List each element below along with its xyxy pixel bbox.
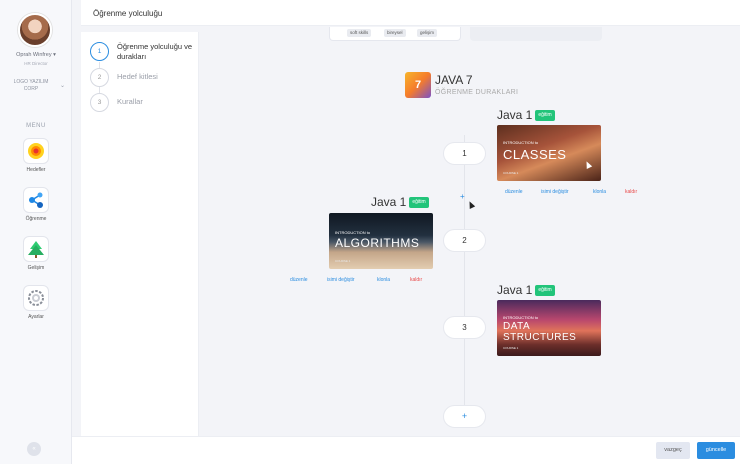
thumb-course-name: DATA STRUCTURES [503,321,576,343]
target-icon [23,138,49,164]
course-thumbnail[interactable]: INTRODUCTION to ALGORITHMS COURSE 1 [329,213,433,269]
cancel-button[interactable]: vazgeç [656,442,690,459]
menu-label-ayarlar: Ayarlar [28,314,44,320]
chevron-down-icon: ▾ [53,52,56,58]
clone-link[interactable]: klonla [593,189,606,195]
course-thumbnail[interactable]: INTRODUCTION to CLASSES COURSE 1 [497,125,601,181]
menu-item-ogrenme[interactable]: Öğrenme [0,187,72,231]
stop-node-2[interactable]: 2 [443,229,486,252]
thumb-course-name: CLASSES [503,147,567,162]
timeline-line [464,135,465,415]
step-label: Hedef kitlesi [117,72,158,81]
stop-node-3[interactable]: 3 [443,316,486,339]
mouse-cursor-icon [583,160,593,169]
company-chevron-icon[interactable]: ⌄ [60,82,65,89]
thumb-small: COURSE 1 [503,346,519,350]
rename-link[interactable]: isimi değiştir [541,189,569,195]
edit-link[interactable]: düzenle [505,189,523,195]
tag-card: soft skills bireysel gelişim [329,27,461,41]
user-role: HR Director [24,61,48,66]
thumb-intro: INTRODUCTION to [503,140,539,145]
course-badge: eğitim [535,110,555,122]
course-title: Java 1 eğitim [497,108,555,122]
stop-node-1[interactable]: 1 [443,142,486,165]
course-title-text: Java 1 [497,108,533,122]
nodes-icon [23,187,49,213]
clone-link[interactable]: klonla [377,277,390,283]
user-name: Oprah Winfrey [16,52,52,58]
thumb-small: COURSE 1 [335,259,351,263]
thumb-course-name-line1: DATA [503,321,531,332]
add-between-icon[interactable]: + [460,192,465,201]
menu-label-hedefler: Hedefler [26,167,46,173]
update-button[interactable]: güncelle [697,442,735,459]
thumb-intro: INTRODUCTION to [335,230,371,235]
tree-icon [23,236,49,262]
settings-icon [23,285,49,311]
tag: soft skills [347,29,372,37]
mouse-cursor-icon [466,200,476,209]
tag: bireysel [384,29,406,37]
course-badge: eğitim [409,197,429,209]
course-title: Java 1 eğitim [371,195,429,209]
remove-link[interactable]: kaldır [410,277,422,283]
avatar[interactable] [18,13,52,47]
journey-subtitle: ÖĞRENME DURAKLARI [435,89,519,96]
thumb-small: COURSE 1 [503,171,519,175]
ghost-card [470,27,602,41]
steps-panel: 1 Öğrenme yolculuğu ve durakları 2 Hedef… [81,32,199,436]
menu-item-hedefler[interactable]: Hedefler [0,138,72,182]
rename-link[interactable]: isimi değiştir [327,277,355,283]
menu-label-gelisim: Gelişim [27,265,45,271]
journey-canvas: soft skills bireysel gelişim 7 JAVA 7 ÖĞ… [200,27,740,436]
menu-item-ayarlar[interactable]: Ayarlar [0,285,72,329]
step-number: 1 [90,42,109,61]
course-title-text: Java 1 [497,283,533,297]
edit-link[interactable]: düzenle [290,277,308,283]
course-title-text: Java 1 [371,195,407,209]
collapse-sidebar-icon[interactable]: « [27,442,41,456]
course-thumbnail[interactable]: INTRODUCTION to DATA STRUCTURES COURSE 1 [497,300,601,356]
tag: gelişim [417,29,438,37]
company-name[interactable]: LOGO YAZILIM CORP [6,79,56,93]
thumb-course-name-line2: STRUCTURES [503,332,577,343]
add-stop-button[interactable]: + [443,405,486,428]
course-badge: eğitim [535,285,555,297]
bottom-bar [72,436,740,464]
thumb-course-name: ALGORITHMS [335,236,420,250]
thumb-intro: INTRODUCTION to [503,315,539,320]
menu-label: MENU [26,123,46,129]
top-bar: Öğrenme yolculuğu [81,0,740,26]
step-number: 2 [90,68,109,87]
page-title: Öğrenme yolculuğu [93,9,163,18]
journey-logo: 7 [405,72,431,98]
step-label: Öğrenme yolculuğu ve durakları [117,42,193,61]
menu-item-gelisim[interactable]: Gelişim [0,236,72,280]
user-name-row[interactable]: Oprah Winfrey ▾ [0,52,72,58]
step-label: Kurallar [117,97,143,106]
journey-title: JAVA 7 [435,73,473,87]
sidebar: Oprah Winfrey ▾ HR Director LOGO YAZILIM… [0,0,72,464]
course-title: Java 1 eğitim [497,283,555,297]
step-number: 3 [90,93,109,112]
remove-link[interactable]: kaldır [625,189,637,195]
menu-label-ogrenme: Öğrenme [25,216,47,222]
